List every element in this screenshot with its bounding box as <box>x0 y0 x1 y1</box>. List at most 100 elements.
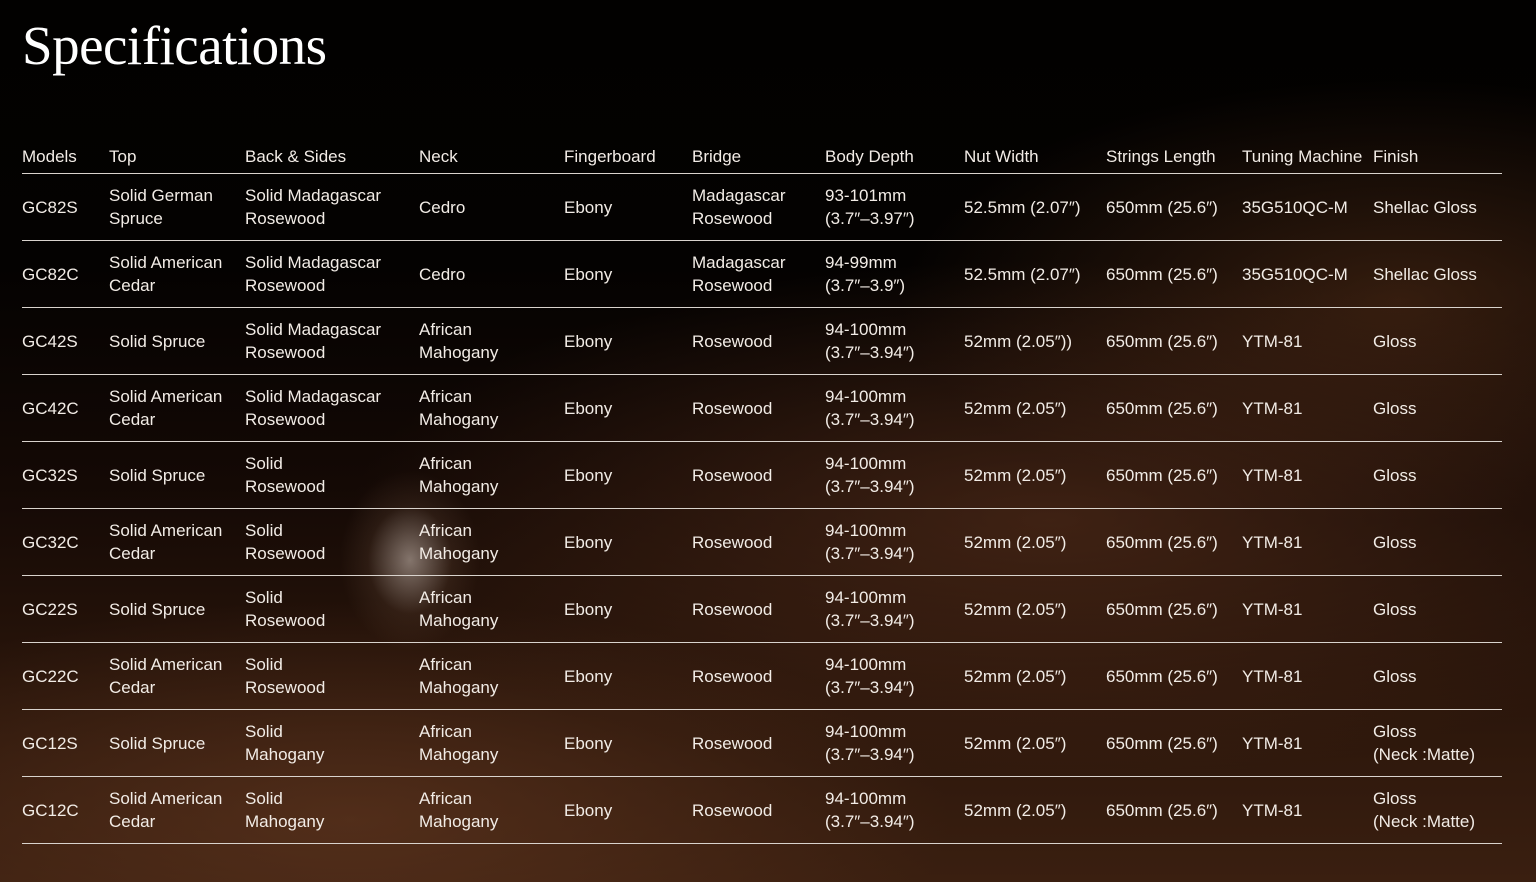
column-header-strings-length: Strings Length <box>1106 140 1242 174</box>
cell-body-depth: 94-100mm (3.7″–3.94″) <box>825 642 964 710</box>
cell-finish: Gloss <box>1373 575 1502 643</box>
cell-top: Solid German Spruce <box>109 173 245 241</box>
cell-neck: Cedro <box>419 173 564 241</box>
column-header-top: Top <box>109 140 245 174</box>
cell-tuning-machine: YTM-81 <box>1242 709 1373 777</box>
cell-bridge: Rosewood <box>692 441 825 509</box>
cell-bridge: Madagascar Rosewood <box>692 173 825 241</box>
cell-model: GC82S <box>22 173 109 241</box>
cell-model: GC82C <box>22 240 109 308</box>
cell-finish: Gloss (Neck :Matte) <box>1373 776 1502 844</box>
cell-body-depth: 94-100mm (3.7″–3.94″) <box>825 441 964 509</box>
cell-neck: African Mahogany <box>419 575 564 643</box>
cell-tuning-machine: YTM-81 <box>1242 374 1373 442</box>
cell-nut-width: 52mm (2.05″) <box>964 441 1106 509</box>
specifications-table: Models Top Back & Sides Neck Fingerboard… <box>22 140 1502 844</box>
cell-bridge: Rosewood <box>692 709 825 777</box>
cell-fingerboard: Ebony <box>564 709 692 777</box>
cell-neck: African Mahogany <box>419 709 564 777</box>
cell-top: Solid American Cedar <box>109 776 245 844</box>
cell-tuning-machine: 35G510QC-M <box>1242 173 1373 241</box>
cell-tuning-machine: YTM-81 <box>1242 642 1373 710</box>
cell-bridge: Rosewood <box>692 374 825 442</box>
cell-nut-width: 52.5mm (2.07″) <box>964 240 1106 308</box>
cell-strings-length: 650mm (25.6″) <box>1106 642 1242 710</box>
cell-model: GC42S <box>22 307 109 375</box>
cell-fingerboard: Ebony <box>564 307 692 375</box>
cell-tuning-machine: YTM-81 <box>1242 508 1373 576</box>
table-row: GC82S Solid German Spruce Solid Madagascar… <box>22 173 1502 241</box>
cell-body-depth: 94-100mm (3.7″–3.94″) <box>825 709 964 777</box>
cell-back-sides: Solid Rosewood <box>245 441 419 509</box>
cell-top: Solid Spruce <box>109 575 245 643</box>
cell-body-depth: 94-99mm (3.7″–3.9″) <box>825 240 964 308</box>
table-row: GC12S Solid Spruce Solid Mahogany African M… <box>22 709 1502 777</box>
cell-strings-length: 650mm (25.6″) <box>1106 441 1242 509</box>
cell-back-sides: Solid Mahogany <box>245 709 419 777</box>
cell-fingerboard: Ebony <box>564 173 692 241</box>
cell-neck: African Mahogany <box>419 441 564 509</box>
cell-nut-width: 52mm (2.05″) <box>964 709 1106 777</box>
column-header-back-sides: Back & Sides <box>245 140 419 174</box>
cell-model: GC42C <box>22 374 109 442</box>
cell-finish: Shellac Gloss <box>1373 240 1502 308</box>
cell-back-sides: Solid Rosewood <box>245 642 419 710</box>
table-row: GC12C Solid American Cedar Solid Mahogany A… <box>22 776 1502 844</box>
cell-strings-length: 650mm (25.6″) <box>1106 374 1242 442</box>
cell-fingerboard: Ebony <box>564 240 692 308</box>
cell-finish: Gloss <box>1373 642 1502 710</box>
cell-body-depth: 94-100mm (3.7″–3.94″) <box>825 776 964 844</box>
cell-fingerboard: Ebony <box>564 508 692 576</box>
cell-strings-length: 650mm (25.6″) <box>1106 575 1242 643</box>
cell-neck: African Mahogany <box>419 508 564 576</box>
cell-tuning-machine: YTM-81 <box>1242 307 1373 375</box>
cell-body-depth: 94-100mm (3.7″–3.94″) <box>825 508 964 576</box>
cell-back-sides: Solid Rosewood <box>245 575 419 643</box>
cell-strings-length: 650mm (25.6″) <box>1106 173 1242 241</box>
cell-top: Solid American Cedar <box>109 642 245 710</box>
column-header-body-depth: Body Depth <box>825 140 964 174</box>
cell-strings-length: 650mm (25.6″) <box>1106 508 1242 576</box>
cell-back-sides: Solid Madagascar Rosewood <box>245 374 419 442</box>
cell-model: GC12C <box>22 776 109 844</box>
cell-nut-width: 52mm (2.05″) <box>964 508 1106 576</box>
column-header-finish: Finish <box>1373 140 1502 174</box>
table-header-row: Models Top Back & Sides Neck Fingerboard… <box>22 140 1502 174</box>
cell-body-depth: 93-101mm (3.7″–3.97″) <box>825 173 964 241</box>
table-row: GC32S Solid Spruce Solid Rosewood African M… <box>22 441 1502 509</box>
cell-strings-length: 650mm (25.6″) <box>1106 307 1242 375</box>
cell-bridge: Rosewood <box>692 776 825 844</box>
cell-bridge: Rosewood <box>692 508 825 576</box>
cell-fingerboard: Ebony <box>564 642 692 710</box>
cell-finish: Gloss <box>1373 508 1502 576</box>
cell-body-depth: 94-100mm (3.7″–3.94″) <box>825 575 964 643</box>
cell-neck: Cedro <box>419 240 564 308</box>
cell-body-depth: 94-100mm (3.7″–3.94″) <box>825 374 964 442</box>
table-row: GC32C Solid American Cedar Solid Rosewood A… <box>22 508 1502 576</box>
cell-bridge: Rosewood <box>692 575 825 643</box>
cell-neck: African Mahogany <box>419 307 564 375</box>
column-header-bridge: Bridge <box>692 140 825 174</box>
cell-tuning-machine: YTM-81 <box>1242 776 1373 844</box>
page-title: Specifications <box>22 15 327 76</box>
cell-finish: Gloss <box>1373 307 1502 375</box>
cell-back-sides: Solid Rosewood <box>245 508 419 576</box>
cell-finish: Gloss <box>1373 441 1502 509</box>
table-row: GC22C Solid American Cedar Solid Rosewood A… <box>22 642 1502 710</box>
cell-model: GC12S <box>22 709 109 777</box>
column-header-neck: Neck <box>419 140 564 174</box>
cell-back-sides: Solid Madagascar Rosewood <box>245 307 419 375</box>
cell-neck: African Mahogany <box>419 374 564 442</box>
cell-top: Solid American Cedar <box>109 240 245 308</box>
cell-bridge: Rosewood <box>692 307 825 375</box>
cell-top: Solid Spruce <box>109 307 245 375</box>
cell-model: GC22C <box>22 642 109 710</box>
table-row: GC22S Solid Spruce Solid Rosewood African M… <box>22 575 1502 643</box>
table-row: GC82C Solid American Cedar Solid Madagasca… <box>22 240 1502 308</box>
cell-neck: African Mahogany <box>419 642 564 710</box>
cell-top: Solid American Cedar <box>109 374 245 442</box>
cell-bridge: Rosewood <box>692 642 825 710</box>
table-body: GC82S Solid German Spruce Solid Madagascar… <box>22 173 1502 844</box>
cell-finish: Gloss (Neck :Matte) <box>1373 709 1502 777</box>
cell-nut-width: 52mm (2.05″)) <box>964 307 1106 375</box>
